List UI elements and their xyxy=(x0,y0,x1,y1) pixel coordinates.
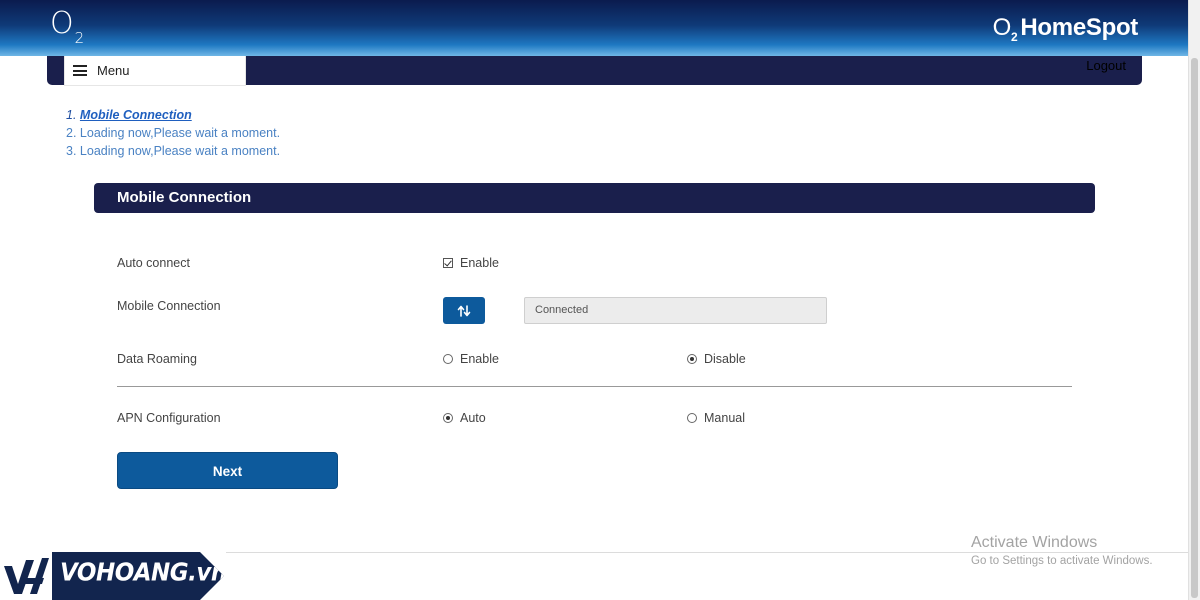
vh-logo-icon xyxy=(0,552,52,600)
step-3-number: 3. xyxy=(66,144,77,158)
radio-unchecked-icon[interactable] xyxy=(443,354,453,364)
apn-configuration-label: APN Configuration xyxy=(117,411,221,425)
step-2-number: 2. xyxy=(66,126,77,140)
footer-divider xyxy=(226,552,1188,553)
radio-checked-icon[interactable] xyxy=(443,413,453,423)
step-1: 1. Mobile Connection xyxy=(66,106,280,124)
activate-windows-title: Activate Windows xyxy=(971,534,1098,551)
mobile-connection-toggle-button[interactable] xyxy=(443,297,485,324)
data-roaming-enable-radio[interactable]: Enable xyxy=(443,352,499,366)
homespot-logo: O2 HomeSpot xyxy=(992,14,1139,45)
data-roaming-enable-label: Enable xyxy=(460,352,499,366)
swap-vertical-icon xyxy=(457,304,471,317)
auto-connect-label: Auto connect xyxy=(117,256,190,270)
step-3: 3. Loading now,Please wait a moment. xyxy=(66,142,280,160)
step-1-number: 1. xyxy=(66,108,77,122)
data-roaming-label: Data Roaming xyxy=(117,352,197,366)
homespot-logo-text: HomeSpot xyxy=(1020,14,1138,41)
next-button[interactable]: Next xyxy=(117,452,338,489)
top-navbar: Menu Logout xyxy=(47,56,1142,86)
wizard-steps: 1. Mobile Connection 2. Loading now,Plea… xyxy=(66,106,280,160)
radio-unchecked-icon[interactable] xyxy=(687,413,697,423)
logout-link[interactable]: Logout xyxy=(1086,58,1126,73)
o2-logo[interactable]: O2 xyxy=(50,6,85,47)
step-3-label: Loading now,Please wait a moment. xyxy=(79,144,281,158)
vohoang-text: VOHOANG.vn xyxy=(60,558,227,588)
hamburger-icon xyxy=(73,65,87,76)
homespot-logo-subscript: 2 xyxy=(1011,30,1018,44)
vohoang-watermark: VOHOANG.vn xyxy=(0,552,224,600)
scrollbar-thumb[interactable] xyxy=(1191,58,1198,598)
apn-auto-label: Auto xyxy=(460,411,486,425)
apn-manual-label: Manual xyxy=(704,411,745,425)
checkbox-checked-icon[interactable] xyxy=(443,258,453,268)
step-2: 2. Loading now,Please wait a moment. xyxy=(66,124,280,142)
auto-connect-enable-checkbox[interactable]: Enable xyxy=(443,256,499,270)
app-header: O2 O2 HomeSpot xyxy=(0,0,1188,56)
step-2-label: Loading now,Please wait a moment. xyxy=(79,126,281,140)
connection-status-field: Connected xyxy=(524,297,827,324)
o2-logo-subscript: 2 xyxy=(74,29,85,47)
menu-label: Menu xyxy=(97,63,130,78)
activate-windows-subtitle: Go to Settings to activate Windows. xyxy=(971,555,1153,567)
homespot-logo-o: O xyxy=(992,14,1012,41)
apn-auto-radio[interactable]: Auto xyxy=(443,411,486,425)
section-title: Mobile Connection xyxy=(94,183,1095,213)
data-roaming-disable-radio[interactable]: Disable xyxy=(687,352,746,366)
radio-checked-icon[interactable] xyxy=(687,354,697,364)
mobile-connection-label: Mobile Connection xyxy=(117,299,221,313)
step-1-link[interactable]: Mobile Connection xyxy=(80,108,192,122)
vertical-scrollbar[interactable] xyxy=(1188,0,1200,600)
data-roaming-disable-label: Disable xyxy=(704,352,746,366)
o2-logo-letter: O xyxy=(50,6,74,41)
apn-manual-radio[interactable]: Manual xyxy=(687,411,745,425)
menu-button[interactable]: Menu xyxy=(64,56,246,86)
auto-connect-enable-label: Enable xyxy=(460,256,499,270)
form-divider xyxy=(117,386,1072,387)
